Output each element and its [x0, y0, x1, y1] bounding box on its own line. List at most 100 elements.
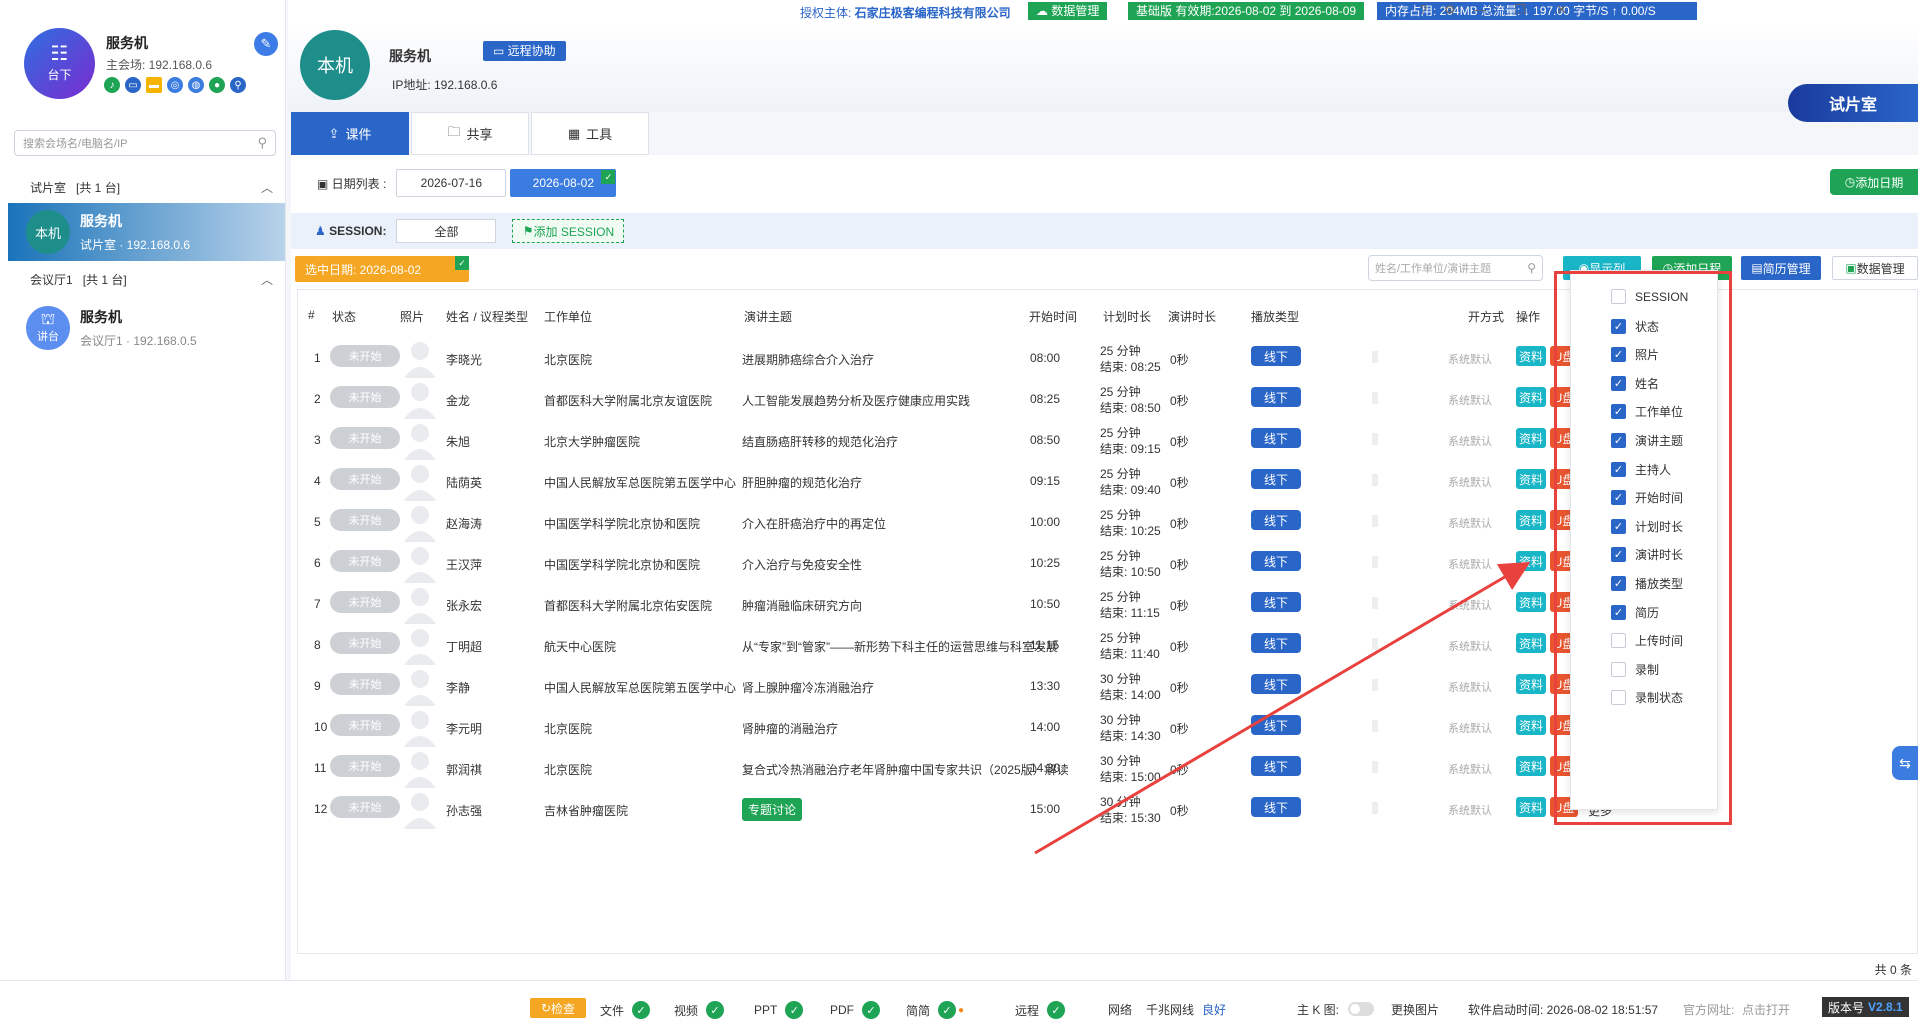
tab-share[interactable]: 🗀 共享 — [411, 112, 529, 155]
speaker-icon[interactable]: ♪ — [104, 77, 120, 93]
tab-courseware[interactable]: ⇪ 课件 — [291, 112, 409, 155]
avatar-placeholder-icon[interactable] — [402, 420, 438, 460]
avatar-placeholder-icon[interactable] — [402, 707, 438, 747]
network-type: 千兆网线 — [1146, 1003, 1195, 1017]
play-type-button[interactable]: 线下 — [1251, 592, 1301, 612]
avatar-placeholder-icon[interactable] — [402, 625, 438, 665]
help-icon[interactable]: ? — [1420, 2, 1427, 17]
status-network: 网络 千兆网线 良好 — [1108, 1001, 1226, 1018]
change-image-link[interactable]: 更换图片 — [1391, 1001, 1439, 1018]
play-type-button[interactable]: 线下 — [1251, 756, 1301, 776]
close-icon[interactable]: ✕ — [1556, 2, 1567, 18]
group-header-hall-1[interactable]: 会议厅1 [共 1 台] ︿ — [0, 264, 285, 294]
materials-button[interactable]: 资料 — [1516, 715, 1546, 735]
play-type-button[interactable]: 线下 — [1251, 674, 1301, 694]
schedule-search-input[interactable]: 姓名/工作单位/演讲主题 ⚲ — [1368, 255, 1543, 281]
avatar-placeholder-icon[interactable] — [402, 379, 438, 419]
materials-button[interactable]: 资料 — [1516, 756, 1546, 776]
materials-button[interactable]: 资料 — [1516, 510, 1546, 530]
status-badge: 未开始 — [330, 427, 400, 449]
status-badge: 未开始 — [330, 632, 400, 654]
avatar-placeholder-icon[interactable] — [402, 461, 438, 501]
search-icon[interactable]: ⚲ — [1527, 261, 1536, 275]
device-item-local[interactable]: 本机 服务机 试片室 · 192.168.0.6 — [8, 203, 285, 261]
data-management-chip[interactable]: ☁ 数据管理 — [1028, 2, 1108, 20]
check-button[interactable]: ↻ 检查 — [530, 998, 586, 1018]
remote-assist-button[interactable]: ▭ 远程协助 — [483, 41, 566, 61]
restore-icon[interactable]: ❐ — [1514, 2, 1526, 18]
materials-button[interactable]: 资料 — [1516, 592, 1546, 612]
status-badge: 未开始 — [330, 509, 400, 531]
globe-icon[interactable]: ◍ — [188, 77, 204, 93]
add-date-button[interactable]: ◷ 添加日期 — [1830, 169, 1918, 195]
date-button[interactable]: 2026-07-16 — [396, 169, 507, 197]
network-icon[interactable]: ◎ — [167, 77, 183, 93]
play-type-button[interactable]: 线下 — [1251, 346, 1301, 366]
kmap-toggle[interactable] — [1348, 1002, 1374, 1016]
planned-duration: 25 分钟 结束: 10:50 — [1100, 548, 1161, 580]
add-session-button[interactable]: ⚑ 添加 SESSION — [512, 219, 625, 243]
resume-cell — [1372, 761, 1378, 773]
resume-management-button[interactable]: ▤ 简历管理 — [1741, 256, 1821, 280]
row-index: 12 — [314, 802, 328, 816]
play-type-button[interactable]: 线下 — [1251, 633, 1301, 653]
chevron-up-icon[interactable]: ︿ — [261, 271, 273, 288]
duration: 30 分钟 — [1100, 713, 1141, 727]
avatar-placeholder-icon[interactable] — [402, 789, 438, 829]
materials-button[interactable]: 资料 — [1516, 797, 1546, 817]
materials-button[interactable]: 资料 — [1516, 387, 1546, 407]
play-type-button[interactable]: 线下 — [1251, 387, 1301, 407]
chevron-up-icon[interactable]: ︿ — [261, 179, 273, 196]
materials-button[interactable]: 资料 — [1516, 633, 1546, 653]
open-site-link[interactable]: 点击打开 — [1742, 1001, 1790, 1018]
play-type-button[interactable]: 线下 — [1251, 551, 1301, 571]
materials-button[interactable]: 资料 — [1516, 428, 1546, 448]
edit-icon[interactable]: ✎ — [254, 32, 278, 56]
status-badge: 未开始 — [330, 345, 400, 367]
play-type-button[interactable]: 线下 — [1251, 510, 1301, 530]
avatar-placeholder-icon[interactable] — [402, 584, 438, 624]
folder-icon[interactable]: ▬ — [146, 77, 162, 93]
search-device-icon[interactable]: ⚲ — [230, 77, 246, 93]
date-text: 2026-08-02 — [532, 176, 595, 190]
materials-button[interactable]: 资料 — [1516, 346, 1546, 366]
avatar-placeholder-icon[interactable] — [402, 748, 438, 788]
host-avatar[interactable]: ☷ 台下 — [24, 28, 95, 99]
play-type-button[interactable]: 线下 — [1251, 797, 1301, 817]
data-management-button[interactable]: ▣ 数据管理 — [1832, 256, 1918, 280]
avatar-placeholder-icon[interactable] — [402, 666, 438, 706]
device-item-hall[interactable]: ⛫ 讲台 服务机 会议厅1 · 192.168.0.5 — [8, 299, 285, 357]
date-button-selected[interactable]: 2026-08-02 ✓ — [510, 169, 617, 197]
device-search-input[interactable]: 搜索会场名/电脑名/IP ⚲ — [14, 130, 276, 156]
host-avatar-label: 台下 — [47, 68, 72, 82]
session-all-button[interactable]: 全部 — [396, 219, 497, 243]
resume-cell — [1372, 474, 1378, 486]
materials-button[interactable]: 资料 — [1516, 551, 1546, 571]
minimize-icon[interactable]: — — [1473, 2, 1486, 17]
list-icon: ▤ — [1751, 261, 1763, 275]
play-type-button[interactable]: 线下 — [1251, 715, 1301, 735]
start-time: 14:00 — [1030, 720, 1061, 734]
avatar-placeholder-icon[interactable] — [402, 543, 438, 583]
play-type-button[interactable]: 线下 — [1251, 469, 1301, 489]
avatar-placeholder-icon[interactable] — [402, 338, 438, 378]
kmap-label: 主 K 图: — [1297, 1003, 1340, 1017]
col-start: 开始时间 — [1029, 310, 1078, 324]
duration: 30 分钟 — [1100, 672, 1141, 686]
version-label: 版本号 — [1828, 1000, 1865, 1015]
avatar-placeholder-icon[interactable] — [402, 502, 438, 542]
settings-icon[interactable]: ⚙ — [1444, 2, 1456, 18]
side-panel-toggle[interactable]: ⇆ — [1892, 746, 1918, 780]
play-type-button[interactable]: 线下 — [1251, 428, 1301, 448]
tab-tools[interactable]: ▦ 工具 — [531, 112, 649, 155]
materials-button[interactable]: 资料 — [1516, 674, 1546, 694]
search-icon[interactable]: ⚲ — [257, 135, 267, 151]
group-count: [共 1 台] — [76, 180, 121, 195]
group-header-screening-room[interactable]: 试片室 [共 1 台] ︿ — [0, 172, 285, 202]
wechat-icon[interactable]: ● — [209, 77, 225, 93]
monitor-icon[interactable]: ▭ — [125, 77, 141, 93]
grid-icon: ▦ — [567, 125, 581, 141]
materials-button[interactable]: 资料 — [1516, 469, 1546, 489]
selected-date-badge: 选中日期: 2026-08-02 ✓ — [295, 256, 469, 282]
end-time: 结束: 11:15 — [1100, 606, 1160, 620]
